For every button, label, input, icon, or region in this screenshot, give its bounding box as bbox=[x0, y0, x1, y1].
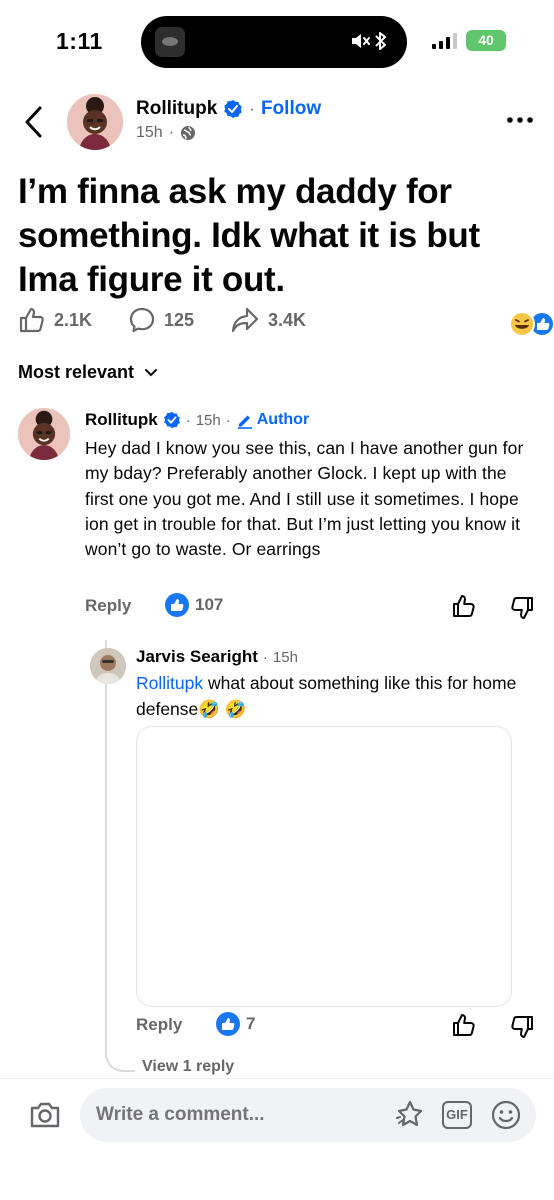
reply-likes: 7 bbox=[246, 1014, 256, 1033]
separator-dot: · bbox=[262, 648, 268, 666]
post-time: 15h bbox=[136, 124, 163, 141]
battery-indicator: 40 bbox=[466, 30, 506, 51]
author-badge-label: Author bbox=[256, 411, 310, 428]
thumbs-down-icon[interactable] bbox=[509, 595, 535, 621]
comment-likes: 107 bbox=[195, 595, 224, 614]
reply-author-avatar[interactable] bbox=[90, 648, 126, 684]
more-options-icon[interactable] bbox=[506, 115, 534, 125]
post-meta: 15h · bbox=[136, 124, 196, 142]
follow-button[interactable]: Follow bbox=[261, 98, 321, 120]
share-stat[interactable]: 3.4K bbox=[230, 306, 306, 334]
globe-icon bbox=[181, 126, 196, 140]
dynamic-island bbox=[141, 16, 407, 68]
avatar-illustration bbox=[67, 94, 123, 150]
reply-thread-line bbox=[105, 640, 135, 1072]
pencil-icon bbox=[237, 415, 252, 429]
comment-header: Rollitupk · 15h · Author bbox=[85, 410, 309, 430]
like-thumb-icon bbox=[19, 307, 44, 333]
comment-input[interactable] bbox=[96, 1104, 336, 1126]
post-author-name[interactable]: Rollitupk bbox=[136, 98, 217, 120]
reply-text: Rollitupk what about something like this… bbox=[136, 671, 536, 722]
post-stats-row: 2.1K 125 3.4K bbox=[18, 306, 554, 342]
share-count: 3.4K bbox=[268, 309, 307, 330]
post-author-avatar[interactable] bbox=[67, 94, 123, 150]
comment-author-avatar[interactable] bbox=[18, 408, 70, 460]
comment-input-container[interactable]: GIF bbox=[80, 1088, 536, 1142]
camera-icon[interactable] bbox=[28, 1098, 62, 1132]
comment-bubble-icon bbox=[129, 307, 155, 333]
comment-stat[interactable]: 125 bbox=[128, 306, 194, 334]
reply-button[interactable]: Reply bbox=[85, 596, 131, 616]
verified-badge-icon bbox=[163, 411, 180, 429]
verified-badge-icon bbox=[224, 100, 242, 118]
sort-dropdown[interactable]: Most relevant bbox=[18, 362, 158, 383]
dynamic-island-icons bbox=[349, 30, 389, 52]
mute-icon bbox=[352, 34, 370, 48]
separator-dot: · bbox=[168, 124, 175, 141]
comment-time: 15h bbox=[195, 411, 221, 429]
share-arrow-icon bbox=[231, 307, 259, 333]
comment-author-name[interactable]: Rollitupk bbox=[85, 410, 158, 430]
avatar-photo bbox=[90, 648, 126, 684]
reply-header: Jarvis Searight · 15h bbox=[136, 647, 298, 667]
thumbs-up-icon[interactable] bbox=[451, 593, 477, 619]
comment-count: 125 bbox=[164, 309, 195, 330]
sticker-icon[interactable] bbox=[394, 1099, 426, 1131]
reply-author-name[interactable]: Jarvis Searight bbox=[136, 647, 258, 667]
comment-text: Hey dad I know you see this, can I have … bbox=[85, 438, 524, 560]
sort-label: Most relevant bbox=[18, 362, 135, 382]
reply-actions: Reply 7 bbox=[136, 1012, 554, 1042]
reply-button[interactable]: Reply bbox=[136, 1015, 182, 1035]
post-author-row: Rollitupk · Follow bbox=[136, 98, 321, 120]
reply-time: 15h bbox=[272, 648, 298, 666]
separator-dot: · bbox=[249, 99, 255, 118]
comment-actions: Reply 107 bbox=[85, 593, 535, 623]
post-text: I’m finna ask my daddy for something. Id… bbox=[18, 172, 480, 299]
separator-dot: · bbox=[185, 411, 191, 429]
author-badge: Author bbox=[236, 411, 309, 429]
mention-link[interactable]: Rollitupk bbox=[136, 673, 203, 693]
like-reaction-icon bbox=[216, 1012, 240, 1036]
thumbs-down-icon[interactable] bbox=[509, 1014, 535, 1040]
avatar-illustration bbox=[18, 408, 70, 460]
signal-icon bbox=[432, 33, 457, 49]
status-bar: 1:11 40 bbox=[0, 0, 554, 86]
status-time: 1:11 bbox=[56, 28, 103, 54]
now-playing-thumbnail bbox=[155, 27, 185, 57]
comment-like-count[interactable]: 107 bbox=[165, 593, 223, 617]
gif-button[interactable]: GIF bbox=[442, 1101, 472, 1129]
reply-like-count[interactable]: 7 bbox=[216, 1012, 255, 1036]
thumbs-up-icon[interactable] bbox=[451, 1012, 477, 1038]
separator-dot: · bbox=[225, 411, 231, 429]
back-arrow-icon[interactable] bbox=[22, 104, 46, 140]
chevron-down-icon bbox=[145, 368, 158, 376]
reactions-icon[interactable] bbox=[508, 310, 554, 338]
like-count: 2.1K bbox=[54, 309, 93, 330]
like-reaction-icon bbox=[165, 593, 189, 617]
view-replies-link[interactable]: View 1 reply bbox=[142, 1058, 234, 1076]
emoji-icon[interactable] bbox=[490, 1099, 522, 1131]
bluetooth-icon bbox=[375, 32, 386, 50]
reply-media-attachment[interactable] bbox=[136, 726, 512, 1007]
like-stat[interactable]: 2.1K bbox=[18, 306, 92, 334]
